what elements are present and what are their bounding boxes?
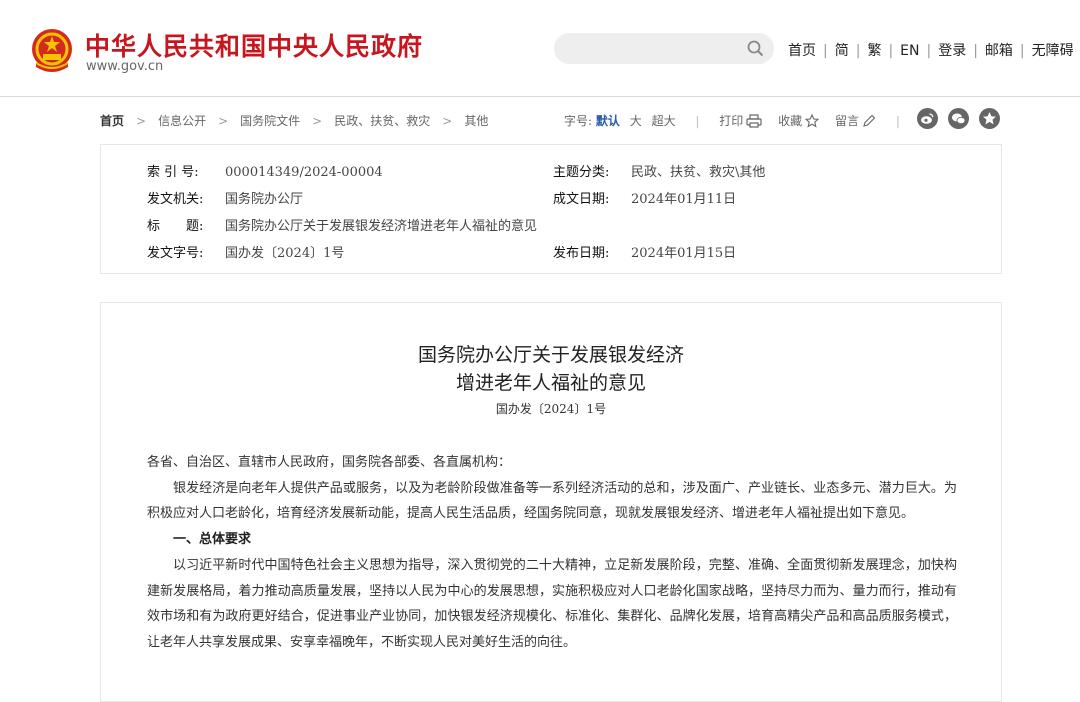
meta-doc-number: 发文字号: 国办发〔2024〕1号 [147, 242, 345, 261]
section-heading: 一、总体要求 [173, 532, 252, 548]
meta-docnum-label: 发文字号: [147, 246, 204, 261]
printer-icon [746, 114, 762, 128]
favorite-label: 收藏 [778, 114, 803, 128]
meta-published-value: 2024年01月15日 [631, 246, 737, 261]
document-title-line2: 增进老年人福祉的意见 [455, 372, 646, 394]
meta-written-value: 2024年01月11日 [631, 192, 737, 207]
meta-title: 标 题: 国务院办公厅关于发展银发经济增进老年人福祉的意见 [147, 215, 538, 234]
nav-traditional[interactable]: 繁 [867, 43, 881, 59]
meta-index: 索 引 号: 000014349/2024-00004 [147, 161, 383, 180]
nav-login[interactable]: 登录 [938, 43, 966, 59]
document-metadata: 索 引 号: 000014349/2024-00004 主题分类: 民政、扶贫、救灾… [100, 144, 1002, 274]
chevron-right-icon: > [312, 114, 323, 128]
top-navigation: 首页 | 简 | 繁 | EN | 登录 | 邮箱 | 无障碍 [788, 43, 1074, 59]
print-label: 打印 [719, 114, 744, 128]
addressee: 各省、自治区、直辖市人民政府，国务院各部委、各直属机构： [147, 455, 512, 470]
meta-index-value: 000014349/2024-00004 [225, 165, 383, 180]
chevron-right-icon: > [442, 114, 453, 128]
chevron-right-icon: > [136, 114, 147, 128]
pencil-icon [863, 114, 876, 127]
document-body: 各省、自治区、直辖市人民政府，国务院各部委、各直属机构： 银发经济是向老年人提供… [147, 450, 957, 656]
meta-docnum-value: 国办发〔2024〕1号 [225, 246, 345, 261]
meta-issuer-value: 国务院办公厅 [225, 192, 304, 207]
meta-issuer: 发文机关: 国务院办公厅 [147, 188, 304, 207]
meta-category: 主题分类: 民政、扶贫、救灾\其他 [553, 161, 766, 180]
document-content: 国务院办公厅关于发展银发经济 增进老年人福祉的意见 国办发〔2024〕1号 各省… [100, 302, 1002, 702]
document-title-line1: 国务院办公厅关于发展银发经济 [417, 344, 684, 366]
chevron-right-icon: > [218, 114, 229, 128]
weibo-icon[interactable] [917, 108, 938, 129]
meta-published-label: 发布日期: [553, 246, 610, 261]
national-emblem-icon[interactable] [30, 27, 74, 73]
favorite-button[interactable]: 收藏 [778, 113, 820, 128]
meta-title-value: 国务院办公厅关于发展银发经济增进老年人福祉的意见 [225, 219, 538, 234]
nav-simplified[interactable]: 简 [835, 43, 849, 59]
breadcrumb: 首页 > 信息公开 > 国务院文件 > 民政、扶贫、救灾 > 其他 [100, 112, 488, 129]
site-title[interactable]: 中华人民共和国中央人民政府 [85, 27, 423, 63]
paragraph: 以习近平新时代中国特色社会主义思想为指导，深入贯彻党的二十大精神，立足新发展阶段… [147, 557, 957, 650]
comment-button[interactable]: 留言 [835, 114, 876, 128]
toolbar-row: 首页 > 信息公开 > 国务院文件 > 民政、扶贫、救灾 > 其他 字号: 默认 大 超大 | … [100, 108, 1003, 130]
nav-english[interactable]: EN [900, 43, 919, 59]
document-number: 国办发〔2024〕1号 [495, 402, 607, 416]
font-size-default[interactable]: 默认 [596, 114, 620, 128]
breadcrumb-civil-affairs[interactable]: 民政、扶贫、救灾 [334, 114, 430, 128]
meta-category-label: 主题分类: [553, 165, 610, 180]
nav-home[interactable]: 首页 [788, 43, 816, 59]
site-header: 中华人民共和国中央人民政府 www.gov.cn 首页 | 简 | 繁 | EN | 登录 | 邮箱… [0, 0, 1080, 97]
font-size-xlarge[interactable]: 超大 [652, 114, 676, 128]
font-size-large[interactable]: 大 [630, 114, 642, 128]
paragraph: 银发经济是向老年人提供产品或服务，以及为老龄阶段做准备等一系列经济活动的总和，涉… [147, 480, 957, 522]
meta-title-label: 标 题: [147, 219, 204, 234]
breadcrumb-home[interactable]: 首页 [100, 114, 124, 128]
meta-published-date: 发布日期: 2024年01月15日 [553, 242, 737, 261]
breadcrumb-other[interactable]: 其他 [464, 114, 488, 128]
meta-issuer-label: 发文机关: [147, 192, 204, 207]
comment-label: 留言 [834, 114, 859, 128]
meta-written-label: 成文日期: [553, 192, 610, 207]
print-button[interactable]: 打印 [719, 114, 762, 128]
star-icon[interactable] [979, 108, 1000, 129]
wechat-icon[interactable] [948, 108, 969, 129]
meta-category-value: 民政、扶贫、救灾\其他 [631, 165, 766, 180]
breadcrumb-state-council-docs[interactable]: 国务院文件 [240, 114, 300, 128]
star-outline-icon [804, 113, 820, 128]
share-buttons [917, 108, 1010, 132]
search-input[interactable] [554, 33, 774, 64]
search-icon[interactable] [747, 40, 764, 57]
breadcrumb-info-public[interactable]: 信息公开 [158, 114, 206, 128]
page-tools: 字号: 默认 大 超大 | 打印 收藏 留言 | [564, 113, 900, 128]
meta-written-date: 成文日期: 2024年01月11日 [553, 188, 737, 207]
font-size-label: 字号: [564, 114, 593, 128]
nav-mailbox[interactable]: 邮箱 [985, 43, 1013, 59]
site-url: www.gov.cn [86, 59, 164, 74]
meta-index-label: 索 引 号: [147, 165, 199, 180]
nav-accessibility[interactable]: 无障碍 [1032, 43, 1074, 59]
